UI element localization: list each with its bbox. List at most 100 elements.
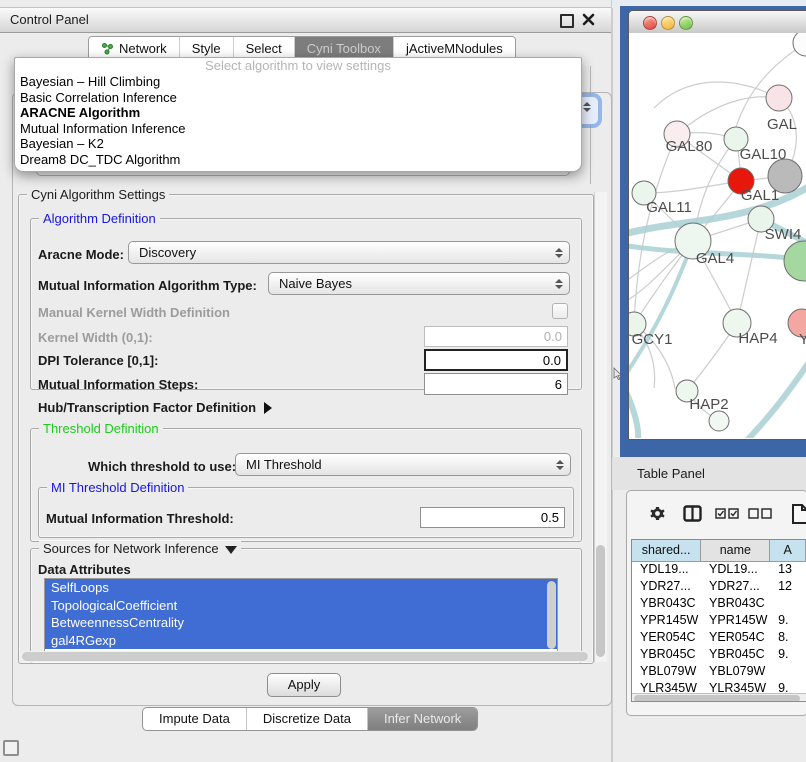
table-cell: 9. bbox=[770, 612, 806, 629]
mi-steps-label: Mutual Information Steps: bbox=[38, 377, 198, 392]
table-row[interactable]: YLR345WYLR345W9. bbox=[632, 680, 806, 692]
data-attributes-list[interactable]: SelfLoopsTopologicalCoefficientBetweenne… bbox=[44, 578, 558, 654]
table-row[interactable]: YDL19...YDL19...13 bbox=[632, 561, 806, 578]
combo-value: MI Threshold bbox=[246, 457, 556, 472]
node-table[interactable]: shared... name A YDL19...YDL19...13YDR27… bbox=[631, 539, 806, 702]
table-cell: YBR043C bbox=[701, 595, 770, 612]
column-header-partial[interactable]: A bbox=[770, 540, 806, 561]
control-panel-titlebar: Control Panel bbox=[0, 7, 612, 33]
table-cell: 13 bbox=[770, 561, 806, 578]
tab-style[interactable]: Style bbox=[180, 37, 234, 59]
document-icon[interactable] bbox=[791, 503, 806, 525]
column-header-name[interactable]: name bbox=[701, 540, 770, 561]
algorithm-option[interactable]: Dream8 DC_TDC Algorithm bbox=[15, 152, 581, 168]
group-title: MI Threshold Definition bbox=[47, 480, 188, 495]
algorithm-option[interactable]: ARACNE Algorithm bbox=[15, 105, 581, 121]
tab-cyni-toolbox[interactable]: Cyni Toolbox bbox=[295, 37, 394, 59]
table-row[interactable]: YER054CYER054C8. bbox=[632, 629, 806, 646]
float-window-icon[interactable] bbox=[560, 14, 574, 28]
table-cell: 12 bbox=[770, 578, 806, 595]
network-node[interactable] bbox=[793, 33, 806, 56]
close-icon[interactable] bbox=[582, 13, 595, 26]
tab-impute-data[interactable]: Impute Data bbox=[143, 708, 247, 730]
table-cell: YDR27... bbox=[701, 578, 770, 595]
table-row[interactable]: YBR045CYBR045C9. bbox=[632, 646, 806, 663]
network-node[interactable] bbox=[766, 85, 792, 111]
table-cell: YDL19... bbox=[632, 561, 701, 578]
application-root: Control Panel Network Style Select Cyni … bbox=[0, 0, 806, 762]
horizontal-scrollbar[interactable] bbox=[20, 651, 590, 662]
control-panel-title: Control Panel bbox=[10, 12, 89, 27]
dropdown-prompt: Select algorithm to view settings bbox=[15, 58, 581, 74]
table-panel-titlebar: Table Panel bbox=[612, 457, 806, 490]
network-node[interactable] bbox=[784, 241, 806, 281]
algorithm-option[interactable]: Basic Correlation Inference bbox=[15, 90, 581, 106]
tab-network[interactable]: Network bbox=[89, 37, 180, 59]
tab-select[interactable]: Select bbox=[234, 37, 295, 59]
kernel-width-field[interactable] bbox=[424, 326, 568, 347]
table-row[interactable]: YPR145WYPR145W9. bbox=[632, 612, 806, 629]
attribute-item[interactable]: SelfLoops bbox=[45, 579, 557, 597]
dpi-tolerance-field[interactable] bbox=[424, 349, 568, 371]
which-threshold-combo[interactable]: MI Threshold bbox=[235, 453, 571, 476]
table-cell: YBR045C bbox=[701, 646, 770, 663]
node-label: GAL80 bbox=[666, 138, 713, 155]
table-row[interactable]: YBR043CYBR043C bbox=[632, 595, 806, 612]
zoom-traffic-light-icon[interactable] bbox=[679, 16, 693, 30]
node-label: GAL4 bbox=[696, 250, 734, 267]
attribute-item[interactable]: gal4RGexp bbox=[45, 632, 557, 650]
mi-steps-field[interactable] bbox=[424, 373, 568, 395]
mi-algorithm-type-label: Mutual Information Algorithm Type: bbox=[38, 278, 257, 293]
table-cell: YPR145W bbox=[632, 612, 701, 629]
tab-label: Style bbox=[192, 41, 221, 56]
tab-label: jActiveMNodules bbox=[406, 41, 503, 56]
gear-icon[interactable] bbox=[649, 505, 666, 522]
mi-threshold-field[interactable] bbox=[420, 507, 565, 528]
table-cell: YER054C bbox=[701, 629, 770, 646]
table-row[interactable]: YDR27...YDR27...12 bbox=[632, 578, 806, 595]
network-canvas[interactable]: GALGAL80GAL10GAL1GAL11SWI4GAL4GCY1HAP4YH… bbox=[629, 33, 806, 438]
tab-infer-network[interactable]: Infer Network bbox=[368, 708, 477, 730]
unchecked-pair-icon[interactable] bbox=[748, 508, 772, 519]
attribute-item[interactable]: TopologicalCoefficient bbox=[45, 597, 557, 615]
combo-value: Discovery bbox=[139, 245, 555, 260]
checked-pair-icon[interactable] bbox=[715, 508, 739, 519]
aracne-mode-combo[interactable]: Discovery bbox=[128, 241, 570, 264]
dock-window-icon[interactable] bbox=[3, 740, 19, 756]
network-window-titlebar[interactable] bbox=[629, 11, 806, 34]
network-edge bbox=[677, 97, 779, 134]
network-edge bbox=[736, 43, 806, 127]
network-node[interactable] bbox=[709, 411, 729, 431]
table-panel-title: Table Panel bbox=[637, 466, 705, 481]
collapse-down-icon[interactable] bbox=[225, 546, 237, 554]
hub-definition-section[interactable]: Hub/Transcription Factor Definition bbox=[38, 399, 272, 417]
tab-jactivemnodules[interactable]: jActiveMNodules bbox=[394, 37, 515, 59]
close-traffic-light-icon[interactable] bbox=[643, 16, 657, 30]
group-title: Threshold Definition bbox=[39, 421, 163, 436]
attribute-item[interactable]: BetweennessCentrality bbox=[45, 614, 557, 632]
table-row[interactable]: YBL079WYBL079W bbox=[632, 663, 806, 680]
tab-label: Cyni Toolbox bbox=[307, 41, 381, 56]
table-cell bbox=[770, 663, 806, 680]
hub-definition-label: Hub/Transcription Factor Definition bbox=[38, 400, 256, 415]
manual-kernel-width-checkbox[interactable] bbox=[552, 303, 568, 319]
table-horizontal-scrollbar[interactable] bbox=[632, 693, 806, 702]
algorithm-option[interactable]: Bayesian – Hill Climbing bbox=[15, 74, 581, 90]
expand-right-icon bbox=[264, 402, 272, 414]
list-scrollbar[interactable] bbox=[547, 581, 556, 649]
minimize-traffic-light-icon[interactable] bbox=[661, 16, 675, 30]
tab-discretize-data[interactable]: Discretize Data bbox=[247, 708, 368, 730]
column-header-shared-name[interactable]: shared... bbox=[632, 540, 701, 561]
algorithm-option[interactable]: Bayesian – K2 bbox=[15, 136, 581, 152]
network-edge bbox=[735, 353, 806, 438]
network-view-window[interactable]: GALGAL80GAL10GAL1GAL11SWI4GAL4GCY1HAP4YH… bbox=[628, 10, 806, 440]
mi-algorithm-type-combo[interactable]: Naive Bayes bbox=[268, 272, 570, 295]
group-title: Sources for Network Inference bbox=[39, 541, 241, 556]
network-edge bbox=[654, 82, 779, 108]
settings-scrollbar[interactable] bbox=[594, 192, 607, 662]
table-cell: YER054C bbox=[632, 629, 701, 646]
algorithm-option[interactable]: Mutual Information Inference bbox=[15, 121, 581, 137]
node-label: SWI4 bbox=[765, 226, 802, 243]
columns-icon[interactable] bbox=[683, 505, 702, 522]
apply-button[interactable]: Apply bbox=[267, 673, 341, 697]
